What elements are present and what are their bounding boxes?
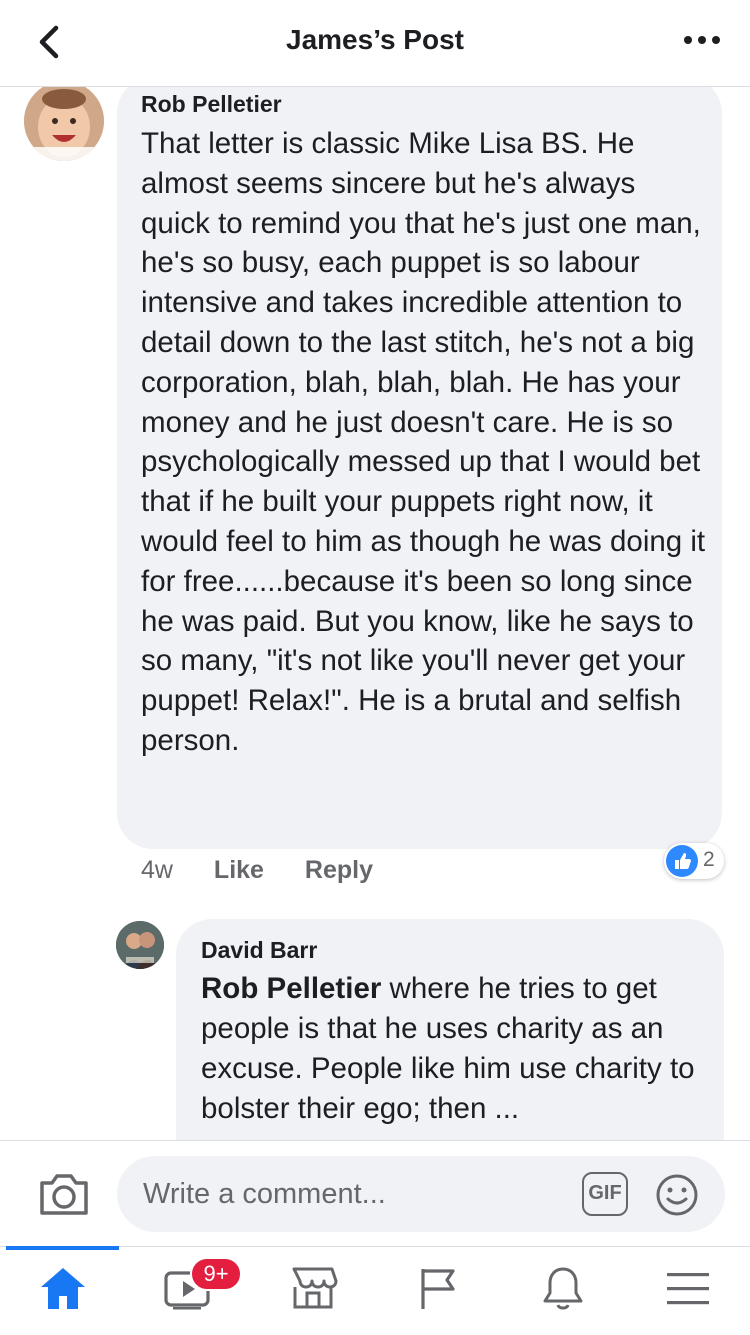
- bottom-tab-bar: 9+: [0, 1246, 750, 1335]
- tab-notifications[interactable]: [500, 1247, 625, 1335]
- flag-icon: [420, 1269, 455, 1309]
- author-mention[interactable]: Rob Pelletier: [201, 972, 381, 1005]
- reaction-summary[interactable]: 2: [664, 843, 724, 879]
- emoji-icon: [656, 1174, 698, 1216]
- more-horizontal-icon: [684, 36, 720, 44]
- emoji-button[interactable]: [655, 1173, 699, 1217]
- notification-badge: 9+: [190, 1257, 242, 1291]
- bell-icon: [543, 1267, 582, 1310]
- marketplace-icon: [292, 1267, 337, 1309]
- avatar[interactable]: [116, 921, 164, 969]
- tab-home[interactable]: [0, 1247, 125, 1335]
- comment-age: 4w: [141, 856, 173, 884]
- comment-actions: 4w Like Reply: [141, 856, 407, 885]
- couple-photo: [116, 921, 164, 969]
- tab-marketplace[interactable]: [250, 1247, 375, 1335]
- like-reaction-icon: [666, 845, 698, 877]
- tab-pages[interactable]: [375, 1247, 500, 1335]
- more-options-button[interactable]: [682, 30, 722, 50]
- top-bar: James’s Post: [0, 0, 750, 87]
- gif-button[interactable]: GIF: [582, 1172, 628, 1216]
- camera-icon: [40, 1174, 88, 1215]
- baby-photo: [24, 87, 104, 161]
- page-title: James’s Post: [286, 24, 464, 55]
- reply-button[interactable]: Reply: [305, 856, 373, 884]
- comment-author[interactable]: David Barr: [201, 937, 317, 964]
- tab-menu[interactable]: [625, 1247, 750, 1335]
- reaction-count: 2: [703, 848, 715, 871]
- comment-text: That letter is classic Mike Lisa BS. He …: [141, 127, 706, 757]
- comment-text: Rob Pelletier where he tries to get peop…: [201, 969, 706, 1129]
- comment-input[interactable]: [117, 1156, 725, 1232]
- home-icon: [40, 1268, 85, 1309]
- menu-icon: [666, 1273, 709, 1305]
- avatar[interactable]: [24, 87, 104, 161]
- comments-list[interactable]: Rob Pelletier That letter is classic Mik…: [0, 87, 750, 1140]
- camera-button[interactable]: [38, 1171, 90, 1217]
- like-button[interactable]: Like: [214, 856, 264, 884]
- comment-author[interactable]: Rob Pelletier: [141, 91, 282, 118]
- comment-composer: GIF: [0, 1140, 750, 1247]
